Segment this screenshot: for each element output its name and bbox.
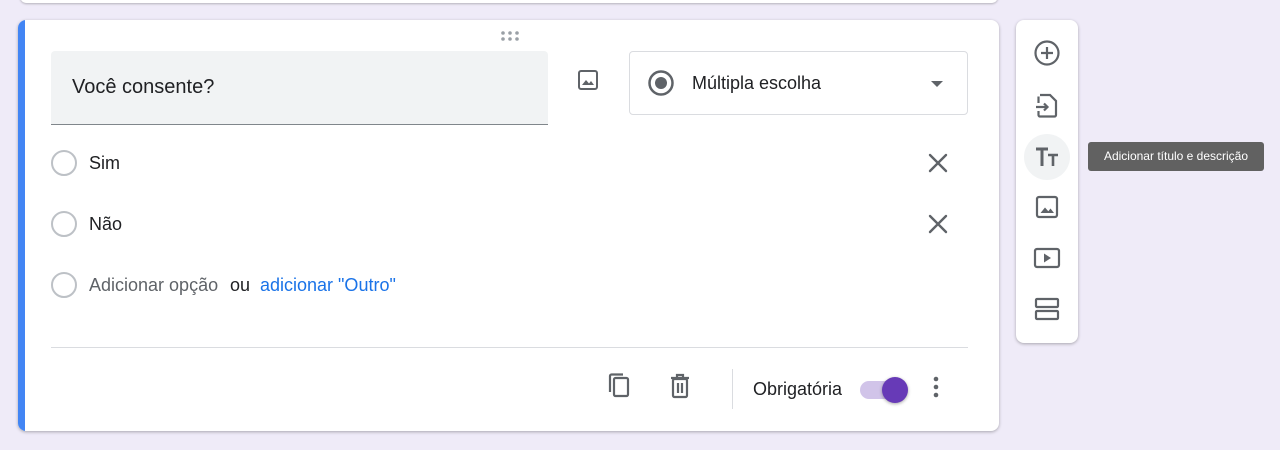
toggle-knob: [882, 377, 908, 403]
radio-icon: [51, 211, 77, 237]
image-icon: [578, 70, 598, 90]
add-title-description-button[interactable]: [1024, 134, 1070, 180]
active-card-accent: [18, 20, 25, 431]
import-questions-button[interactable]: [1024, 82, 1070, 128]
duplicate-button[interactable]: [604, 370, 634, 402]
add-option-button[interactable]: Adicionar opção: [89, 275, 218, 296]
more-vert-icon: [933, 376, 939, 398]
question-title-field[interactable]: Você consente?: [51, 51, 548, 125]
add-other-link[interactable]: adicionar "Outro": [260, 275, 396, 296]
add-image-icon: [1035, 195, 1059, 219]
add-question-image-button[interactable]: [571, 63, 605, 97]
question-type-dropdown[interactable]: Múltipla escolha: [629, 51, 968, 115]
add-question-icon: [1034, 40, 1060, 66]
radio-icon: [51, 150, 77, 176]
add-image-button[interactable]: [1024, 184, 1070, 230]
add-title-description-icon: [1036, 147, 1058, 166]
copy-icon: [608, 373, 630, 398]
question-card[interactable]: Você consente? Múltipla escolha Sim Não: [18, 20, 999, 431]
question-title-text: Você consente?: [72, 76, 215, 98]
list-item: Não: [51, 209, 961, 239]
add-question-button[interactable]: [1024, 30, 1070, 76]
delete-button[interactable]: [665, 370, 695, 402]
footer-vertical-divider: [732, 369, 733, 409]
close-icon: [928, 214, 948, 234]
toolbar-tooltip: Adicionar título e descrição: [1088, 142, 1264, 171]
floating-toolbar: [1016, 20, 1078, 343]
dropdown-arrow-icon: [931, 81, 943, 87]
add-option-row: Adicionar opção ou adicionar "Outro": [51, 270, 961, 300]
option-label[interactable]: Não: [89, 214, 122, 235]
remove-option-button[interactable]: [923, 148, 953, 178]
remove-option-button[interactable]: [923, 209, 953, 239]
previous-card: [20, 0, 998, 3]
more-options-button[interactable]: [924, 372, 948, 402]
radio-icon: [51, 272, 77, 298]
trash-icon: [671, 373, 689, 399]
import-questions-icon: [1036, 93, 1058, 118]
add-section-button[interactable]: [1024, 286, 1070, 332]
question-type-label: Múltipla escolha: [692, 73, 822, 93]
required-toggle[interactable]: [860, 376, 908, 404]
radio-checked-icon: [648, 70, 674, 96]
option-label[interactable]: Sim: [89, 153, 120, 174]
add-video-icon: [1033, 247, 1061, 269]
close-icon: [928, 153, 948, 173]
add-section-icon: [1034, 297, 1060, 321]
or-label: ou: [230, 275, 251, 295]
drag-handle-icon[interactable]: [500, 30, 520, 42]
add-video-button[interactable]: [1024, 235, 1070, 281]
list-item: Sim: [51, 148, 961, 178]
required-label: Obrigatória: [753, 379, 843, 399]
footer-divider: [51, 347, 968, 348]
